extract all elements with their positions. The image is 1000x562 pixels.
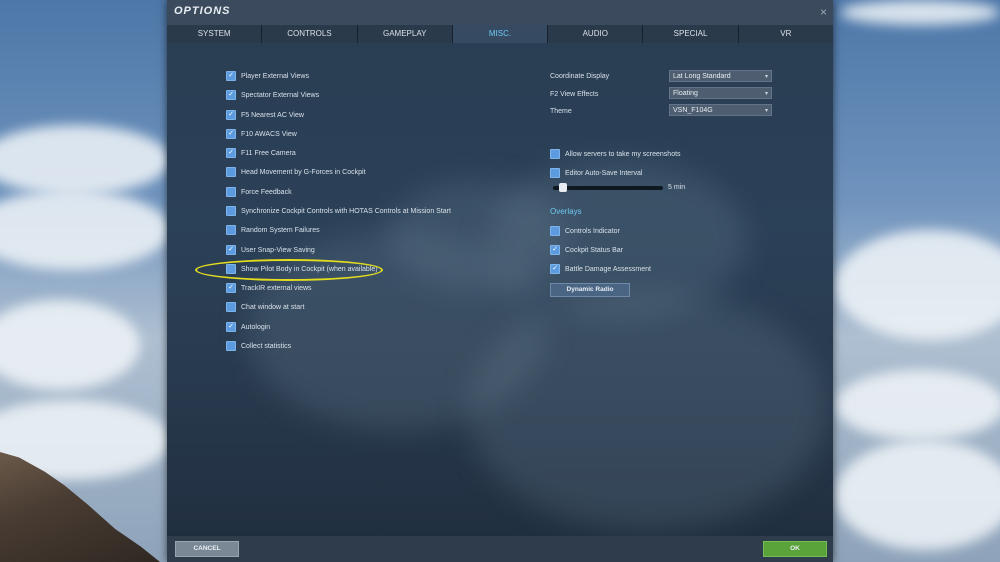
ok-button[interactable]: OK [763,541,827,557]
f2-view-effects-select[interactable]: Floating ▾ [669,87,772,99]
tab-special[interactable]: SPECIAL [643,25,739,43]
option-checkbox-checked[interactable]: ✓ [226,148,236,158]
coordinate-display-label: Coordinate Display [550,72,610,80]
option-label: F11 Free Camera [241,149,296,157]
option-checkbox[interactable] [226,302,236,312]
option-label: Head Movement by G-Forces in Cockpit [241,168,366,176]
option-label: Random System Failures [241,226,320,234]
tab-gameplay[interactable]: GAMEPLAY [357,25,453,43]
theme-select[interactable]: VSN_F104G ▾ [669,104,772,116]
options-window: OPTIONS × SYSTEM CONTROLS GAMEPLAY MISC.… [167,0,833,562]
option-label: F10 AWACS View [241,130,297,138]
battle-damage-label: Battle Damage Assessment [565,265,651,273]
title-bar: OPTIONS × [167,0,833,25]
dynamic-radio-button[interactable]: Dynamic Radio [550,283,630,297]
allow-screenshots-checkbox[interactable] [550,149,560,159]
option-checkbox-checked[interactable]: ✓ [226,322,236,332]
coordinate-display-value: Lat Long Standard [673,73,731,80]
option-label: Player External Views [241,72,309,80]
option-checkbox-checked[interactable]: ✓ [226,245,236,255]
battle-damage-checkbox-checked[interactable]: ✓ [550,264,560,274]
option-row[interactable]: ✓ F11 Free Camera [226,147,296,159]
option-checkbox[interactable] [226,225,236,235]
window-cloud [467,290,827,530]
option-row[interactable]: ✓ Spectator External Views [226,89,319,101]
tab-system[interactable]: SYSTEM [167,25,263,43]
highlight-ellipse [195,259,383,281]
option-checkbox-checked[interactable]: ✓ [226,283,236,293]
cockpit-status-bar-checkbox-checked[interactable]: ✓ [550,245,560,255]
tab-misc[interactable]: MISC. [452,25,549,43]
option-label: TrackIR external views [241,284,312,292]
coordinate-display-select[interactable]: Lat Long Standard ▾ [669,70,772,82]
footer-bar [167,536,833,562]
cancel-button[interactable]: CANCEL [175,541,239,557]
controls-indicator-checkbox[interactable] [550,226,560,236]
sky-cloud [0,125,170,195]
option-row[interactable]: ✓ F5 Nearest AC View [226,109,304,121]
option-checkbox[interactable] [226,206,236,216]
option-row[interactable]: ✓ F10 AWACS View [226,128,297,140]
option-checkbox-checked[interactable]: ✓ [226,129,236,139]
tab-controls[interactable]: CONTROLS [262,25,358,43]
option-row[interactable]: Chat window at start [226,301,304,313]
f2-view-effects-label: F2 View Effects [550,90,599,98]
sky-cloud [840,0,1000,25]
allow-screenshots-option[interactable]: Allow servers to take my screenshots [550,148,681,160]
option-row[interactable]: Force Feedback [226,186,292,198]
option-label: Synchronize Cockpit Controls with HOTAS … [241,207,451,215]
chevron-down-icon: ▾ [764,74,768,80]
autosave-slider-track[interactable] [553,186,663,190]
chevron-down-icon: ▾ [764,108,768,114]
sky-cloud [835,440,1000,550]
editor-autosave-option[interactable]: Editor Auto-Save Interval [550,167,642,179]
option-label: Collect statistics [241,342,292,350]
overlays-heading: Overlays [550,207,582,216]
sky-cloud [0,190,170,270]
option-label: Force Feedback [241,188,292,196]
controls-indicator-label: Controls Indicator [565,227,620,235]
controls-indicator-option[interactable]: Controls Indicator [550,225,620,237]
option-checkbox-checked[interactable]: ✓ [226,90,236,100]
option-row[interactable]: ✓ TrackIR external views [226,282,312,294]
autosave-slider-value: 5 min [668,184,686,191]
allow-screenshots-label: Allow servers to take my screenshots [565,150,681,158]
tab-bar: SYSTEM CONTROLS GAMEPLAY MISC. AUDIO SPE… [167,25,833,43]
option-checkbox[interactable] [226,187,236,197]
option-label: F5 Nearest AC View [241,111,304,119]
chevron-down-icon: ▾ [764,91,768,97]
theme-value: VSN_F104G [673,107,713,114]
sky-cloud [0,300,140,390]
option-row[interactable]: Collect statistics [226,340,291,352]
option-checkbox[interactable] [226,341,236,351]
option-row[interactable]: Head Movement by G-Forces in Cockpit [226,166,366,178]
option-row[interactable]: Synchronize Cockpit Controls with HOTAS … [226,205,451,217]
close-icon[interactable]: × [820,5,827,19]
tab-vr[interactable]: VR [738,25,833,43]
tab-audio[interactable]: AUDIO [548,25,644,43]
option-row[interactable]: ✓ Autologin [226,321,270,333]
autosave-slider-thumb[interactable] [558,183,567,192]
sky-cloud [835,370,1000,440]
option-checkbox-checked[interactable]: ✓ [226,110,236,120]
theme-label: Theme [550,107,572,115]
editor-autosave-label: Editor Auto-Save Interval [565,169,643,177]
option-label: User Snap-View Saving [241,246,315,254]
battle-damage-option[interactable]: ✓ Battle Damage Assessment [550,263,651,275]
option-checkbox[interactable] [226,167,236,177]
cockpit-status-bar-label: Cockpit Status Bar [565,246,623,254]
window-title: OPTIONS [174,5,231,17]
option-label: Spectator External Views [241,91,320,99]
cockpit-status-bar-option[interactable]: ✓ Cockpit Status Bar [550,244,623,256]
option-row[interactable]: Random System Failures [226,224,320,236]
option-label: Chat window at start [241,303,305,311]
option-row[interactable]: ✓ Player External Views [226,70,309,82]
option-checkbox-checked[interactable]: ✓ [226,71,236,81]
editor-autosave-checkbox[interactable] [550,168,560,178]
option-label: Autologin [241,323,271,331]
sky-cloud [835,230,1000,340]
option-row[interactable]: ✓ User Snap-View Saving [226,244,315,256]
f2-view-effects-value: Floating [673,90,698,97]
